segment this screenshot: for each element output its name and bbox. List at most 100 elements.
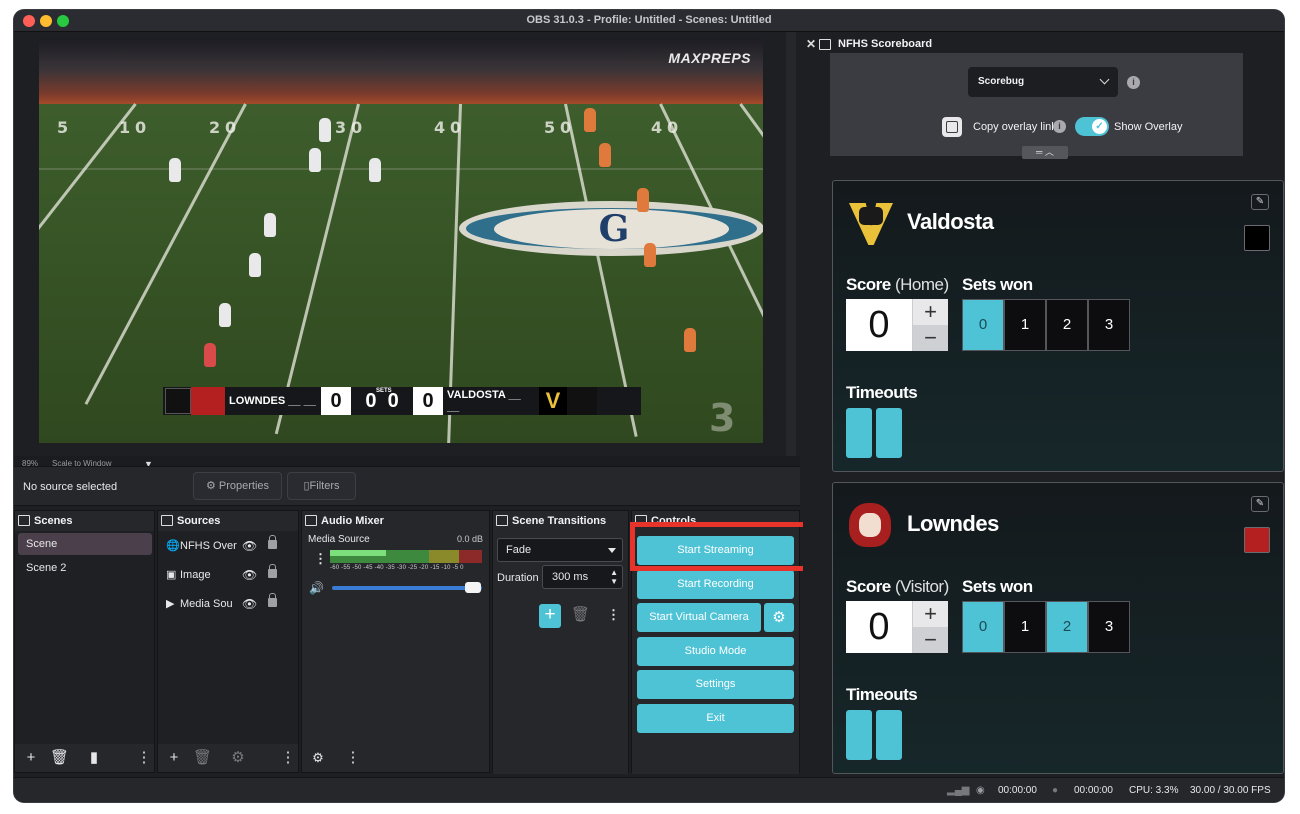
home-set-option[interactable]: 2: [1046, 299, 1088, 351]
scorebug-away-score: 0: [413, 387, 443, 415]
start-streaming-button[interactable]: Start Streaming: [637, 536, 794, 565]
home-timeout-button[interactable]: [876, 408, 902, 458]
copy-overlay-link-label[interactable]: Copy overlay link: [973, 121, 1057, 133]
sources-footer: + 🗑 ⚙ ⋮: [158, 744, 298, 772]
scenes-title: Scenes: [34, 515, 73, 527]
scorebug-home-team: LOWNDES __ __: [225, 395, 321, 407]
yard-number: 4: [651, 118, 663, 137]
more-options-icon[interactable]: ⋮: [135, 749, 153, 767]
preview-area[interactable]: G 5 1 0 2 0 3 0 4 0 5 0 4 0 3 MAXPREPS L…: [14, 32, 800, 456]
filter-icon[interactable]: ▮: [85, 749, 103, 767]
scorebug-overlay: LOWNDES __ __ 0 0 SETS 0 0 VALDOSTA __ __…: [163, 387, 641, 415]
visitor-side-label: (Visitor): [894, 577, 949, 596]
transition-select[interactable]: Fade: [497, 538, 623, 562]
close-icon[interactable]: ✕: [806, 35, 816, 53]
trash-icon[interactable]: 🗑: [571, 606, 590, 624]
home-side-label: (Home): [894, 275, 949, 294]
obs-window: OBS 31.0.3 - Profile: Untitled - Scenes:…: [14, 10, 1284, 802]
eye-icon[interactable]: 👁: [242, 564, 257, 586]
volume-slider-knob[interactable]: [465, 582, 481, 593]
visitor-set-option[interactable]: 3: [1088, 601, 1130, 653]
image-icon: ▣: [166, 569, 177, 581]
home-set-option[interactable]: 3: [1088, 299, 1130, 351]
info-icon[interactable]: i: [1053, 120, 1066, 133]
home-score-label: Score (Home): [846, 275, 949, 295]
scene-item[interactable]: Scene 2: [18, 557, 152, 579]
visitor-set-option[interactable]: 1: [1004, 601, 1046, 653]
collapse-panel-button[interactable]: ═ ︿: [1022, 146, 1068, 159]
record-status-icon: ●: [1052, 785, 1059, 796]
gear-icon[interactable]: ⚙: [309, 749, 327, 767]
add-source-icon[interactable]: +: [165, 749, 183, 767]
valdosta-logo-mascot-icon: [859, 207, 883, 225]
more-options-icon[interactable]: ⋮: [344, 749, 362, 767]
duration-input[interactable]: 300 ms ▲ ▼: [542, 565, 623, 589]
yard-number: 5: [57, 118, 69, 137]
sources-dock: Sources 🌐NFHS Over 👁 ▣ Image 👁 ▶ Media Sou 👁 …: [157, 510, 299, 773]
overlay-select[interactable]: Scorebug: [968, 67, 1118, 97]
spinner-icon[interactable]: ▲ ▼: [610, 568, 618, 586]
lock-icon[interactable]: [268, 564, 277, 578]
home-score-decrement-button[interactable]: −: [912, 325, 948, 351]
eye-icon[interactable]: 👁: [242, 593, 257, 615]
trash-icon[interactable]: 🗑: [193, 749, 212, 767]
speaker-icon[interactable]: 🔊: [309, 581, 324, 595]
home-score-increment-button[interactable]: +: [912, 299, 948, 325]
gear-icon[interactable]: ⚙: [229, 749, 247, 767]
scene-transitions-header: Scene Transitions: [493, 511, 628, 531]
preview-scrollbar[interactable]: [786, 32, 796, 456]
start-recording-button[interactable]: Start Recording: [637, 570, 794, 599]
settings-button[interactable]: Settings: [637, 670, 794, 699]
home-set-option[interactable]: 0: [962, 299, 1004, 351]
visitor-set-option[interactable]: 0: [962, 601, 1004, 653]
visitor-score-increment-button[interactable]: +: [912, 601, 948, 627]
visitor-timeouts-label: Timeouts: [846, 685, 918, 704]
home-score-value[interactable]: 0: [846, 299, 912, 351]
add-scene-icon[interactable]: +: [22, 749, 40, 767]
record-time: 00:00:00: [1074, 785, 1113, 796]
studio-mode-button[interactable]: Studio Mode: [637, 637, 794, 666]
home-color-swatch[interactable]: [1244, 225, 1270, 251]
exit-button[interactable]: Exit: [637, 704, 794, 733]
overlay-settings-panel: Scorebug i Copy overlay link i Show Over…: [830, 53, 1243, 159]
copy-link-icon[interactable]: [942, 117, 962, 137]
home-set-option[interactable]: 1: [1004, 299, 1046, 351]
start-virtual-camera-button[interactable]: Start Virtual Camera: [637, 603, 761, 632]
dock-icon: [635, 515, 647, 526]
visitor-score-value[interactable]: 0: [846, 601, 912, 653]
virtual-camera-settings-button[interactable]: ⚙: [764, 603, 794, 632]
volume-slider[interactable]: [332, 586, 482, 590]
player: [309, 148, 321, 172]
source-item[interactable]: 🌐NFHS Over 👁: [166, 535, 288, 557]
edit-icon[interactable]: ✎: [1251, 496, 1269, 512]
show-overlay-toggle[interactable]: [1075, 117, 1109, 136]
lock-icon[interactable]: [268, 535, 277, 549]
more-options-icon[interactable]: ⋮: [607, 607, 620, 623]
dock-icon: [496, 515, 508, 526]
visitor-score-decrement-button[interactable]: −: [912, 627, 948, 653]
add-transition-button[interactable]: +: [539, 604, 561, 628]
player: [369, 158, 381, 182]
properties-button[interactable]: ⚙ Properties: [193, 472, 282, 500]
info-icon[interactable]: i: [1127, 76, 1140, 89]
audio-mixer-title: Audio Mixer: [321, 515, 384, 527]
source-item[interactable]: ▣ Image 👁: [166, 564, 288, 586]
visitor-timeout-button[interactable]: [846, 710, 872, 760]
source-item[interactable]: ▶ Media Sou 👁: [166, 593, 288, 615]
visitor-set-option[interactable]: 2: [1046, 601, 1088, 653]
visitor-score-label: Score (Visitor): [846, 577, 949, 597]
eye-icon[interactable]: 👁: [242, 535, 257, 557]
filters-button[interactable]: ▯Filters: [287, 472, 356, 500]
visitor-timeout-button[interactable]: [876, 710, 902, 760]
yard-number: 2: [209, 118, 221, 137]
trash-icon[interactable]: 🗑: [50, 749, 69, 767]
home-timeout-button[interactable]: [846, 408, 872, 458]
lock-icon[interactable]: [268, 593, 277, 607]
edit-icon[interactable]: ✎: [1251, 194, 1269, 210]
more-options-icon[interactable]: ⋮: [279, 749, 297, 767]
scene-item[interactable]: Scene: [18, 533, 152, 555]
visitor-color-swatch[interactable]: [1244, 527, 1270, 553]
signal-icon: ▂▄▆: [947, 785, 970, 796]
more-options-icon[interactable]: ⋮: [314, 551, 327, 567]
video-preview[interactable]: G 5 1 0 2 0 3 0 4 0 5 0 4 0 3 MAXPREPS L…: [39, 38, 763, 443]
